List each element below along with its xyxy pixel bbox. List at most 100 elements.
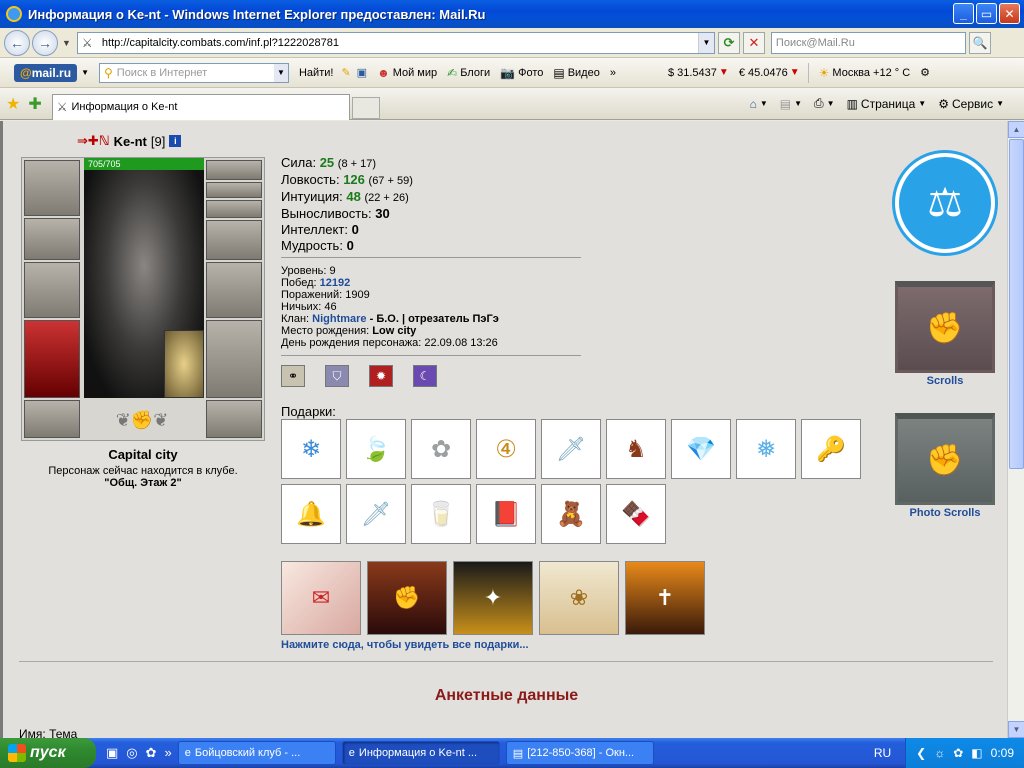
taskbar-task[interactable]: e Бойцовский клуб - ... — [177, 741, 336, 765]
scrolls-banner-icon[interactable]: ✊ — [895, 281, 995, 373]
toolbar-photo[interactable]: 📷 Фото — [500, 66, 543, 80]
gift-item[interactable]: ❄ — [281, 419, 341, 479]
card-item[interactable]: ❀ — [539, 561, 619, 635]
quick-launch-icon[interactable]: ✿ — [146, 745, 157, 761]
weather[interactable]: ☀ Москва +12 ° C — [819, 66, 911, 80]
offhand-slot[interactable] — [206, 262, 262, 318]
shield-badge-icon[interactable]: ⛉ — [325, 365, 349, 387]
photo-scrolls-banner-icon[interactable]: ✊ — [895, 413, 995, 505]
gift-item[interactable]: 📕 — [476, 484, 536, 544]
add-favorite-icon[interactable]: ✚ — [28, 94, 41, 114]
maximize-button[interactable]: ▭ — [976, 3, 997, 24]
boots-slot[interactable] — [206, 400, 262, 438]
mailru-search-input[interactable]: ⚲ Поиск в Интернет ▼ — [98, 62, 289, 83]
gift-item[interactable]: 🔑 — [801, 419, 861, 479]
purple-badge-icon[interactable]: ☾ — [413, 365, 437, 387]
search-dropdown-icon[interactable]: ▼ — [273, 63, 288, 82]
gift-item[interactable]: ❅ — [736, 419, 796, 479]
bracers-slot[interactable] — [24, 218, 80, 260]
earrings-slot[interactable] — [206, 160, 262, 180]
gift-item[interactable]: 🔔 — [281, 484, 341, 544]
history-dropdown-icon[interactable]: ▼ — [62, 38, 71, 48]
close-button[interactable]: ✕ — [999, 3, 1020, 24]
clan-link[interactable]: Nightmare — [312, 313, 366, 325]
page-scrollbar[interactable]: ▲ ▼ — [1007, 121, 1024, 738]
scroll-down-icon[interactable]: ▼ — [1008, 721, 1024, 738]
search-input[interactable]: Поиск@Mail.Ru — [770, 31, 966, 54]
toolbar-blogs[interactable]: ✍ Блоги — [447, 66, 490, 80]
tools-icon[interactable]: ⚙ — [920, 66, 930, 79]
quick-launch-icon[interactable]: ◎ — [126, 745, 137, 761]
gloves-slot[interactable] — [206, 220, 262, 260]
gift-item[interactable]: 🗡 — [541, 419, 601, 479]
back-button[interactable]: ← — [4, 29, 30, 56]
mailru-logo[interactable]: @mail.ru — [14, 63, 78, 82]
toolbar-video[interactable]: ▤ Видео — [553, 66, 599, 80]
gift-item[interactable]: 💎 — [671, 419, 731, 479]
cloak-slot[interactable] — [24, 320, 80, 398]
gift-item[interactable]: 🧸 — [541, 484, 601, 544]
favorites-star-icon[interactable]: ★ — [6, 94, 20, 114]
wins-link[interactable]: 12192 — [320, 277, 351, 289]
gift-item[interactable]: ④ — [476, 419, 536, 479]
home-button[interactable]: ⌂ ▼ — [750, 97, 768, 111]
gift-item[interactable]: 🍫 — [606, 484, 666, 544]
forward-button[interactable]: → — [32, 29, 58, 56]
weapon-slot[interactable] — [24, 262, 80, 318]
tools-menu[interactable]: ⚙ Сервис ▼ — [938, 97, 1004, 111]
card-item[interactable]: ✝ — [625, 561, 705, 635]
card-item[interactable]: ✊ — [367, 561, 447, 635]
info-icon[interactable]: i — [169, 135, 182, 147]
new-tab-button[interactable] — [351, 96, 380, 119]
mailru-dropdown-icon[interactable]: ▼ — [81, 68, 89, 77]
window-titlebar[interactable]: Информация о Ke-nt - Windows Internet Ex… — [0, 0, 1024, 28]
tray-icon[interactable]: ☼ — [934, 746, 945, 760]
quick-launch-more-icon[interactable]: » — [165, 745, 172, 761]
tab-active[interactable]: ⚔ Информация о Ke-nt — [51, 93, 350, 120]
url-input[interactable]: ⚔ http://capitalcity.combats.com/inf.pl?… — [76, 31, 715, 54]
justice-icon[interactable]: ⚖ — [895, 153, 995, 253]
rings-badge-icon[interactable]: ⚭ — [281, 365, 305, 387]
url-dropdown-icon[interactable]: ▼ — [697, 32, 714, 53]
zoom-icon[interactable]: ▣ — [357, 66, 367, 79]
red-badge-icon[interactable]: ✹ — [369, 365, 393, 387]
gift-item[interactable]: 🥛 — [411, 484, 471, 544]
photo-scrolls-link[interactable]: Photo Scrolls — [895, 507, 995, 519]
find-button[interactable]: Найти! — [299, 67, 333, 79]
belt-slot[interactable] — [24, 400, 80, 438]
rings-slot[interactable] — [206, 200, 262, 218]
quick-launch-icon[interactable]: ▣ — [106, 745, 118, 761]
pencil-icon[interactable]: ✎ — [341, 66, 350, 79]
start-button[interactable]: пуск — [0, 738, 96, 768]
see-all-gifts-link[interactable]: Нажмите сюда, чтобы увидеть все подарки.… — [281, 639, 529, 651]
taskbar-task[interactable]: ▤ [212-850-368] - Окн... — [505, 741, 654, 765]
scroll-thumb[interactable] — [1009, 139, 1024, 469]
page-menu[interactable]: ▥ Страница ▼ — [847, 97, 927, 111]
feeds-button[interactable]: ▤ ▼ — [780, 97, 802, 111]
print-button[interactable]: ⎙ ▼ — [814, 96, 835, 111]
clock[interactable]: 0:09 — [991, 746, 1014, 760]
toolbar-more-icon[interactable]: » — [610, 67, 616, 79]
pet-slot[interactable] — [164, 330, 204, 398]
scroll-up-icon[interactable]: ▲ — [1008, 121, 1024, 138]
refresh-button[interactable]: ⟳ — [717, 31, 740, 54]
amulet-slot[interactable] — [206, 182, 262, 198]
minimize-button[interactable]: _ — [953, 3, 974, 24]
tray-arrow-icon[interactable]: ❮ — [916, 746, 926, 760]
helmet-slot[interactable] — [24, 160, 80, 216]
tray-icon[interactable]: ◧ — [971, 746, 982, 760]
armor-slot[interactable] — [206, 320, 262, 398]
scrolls-link[interactable]: Scrolls — [895, 375, 995, 387]
gift-item[interactable]: 🗡 — [346, 484, 406, 544]
stop-button[interactable]: ✕ — [742, 31, 765, 54]
gift-item[interactable]: ♞ — [606, 419, 666, 479]
gift-item[interactable]: ✿ — [411, 419, 471, 479]
toolbar-my-world[interactable]: ☻ Мой мир — [377, 66, 437, 80]
tray-icon[interactable]: ✿ — [953, 746, 963, 760]
card-item[interactable]: ✦ — [453, 561, 533, 635]
language-indicator[interactable]: RU — [874, 746, 891, 760]
card-item[interactable]: ✉ — [281, 561, 361, 635]
taskbar-task-active[interactable]: e Информация о Ke-nt ... — [341, 741, 500, 765]
search-go-icon[interactable]: 🔍 — [968, 31, 991, 54]
gift-item[interactable]: 🍃 — [346, 419, 406, 479]
